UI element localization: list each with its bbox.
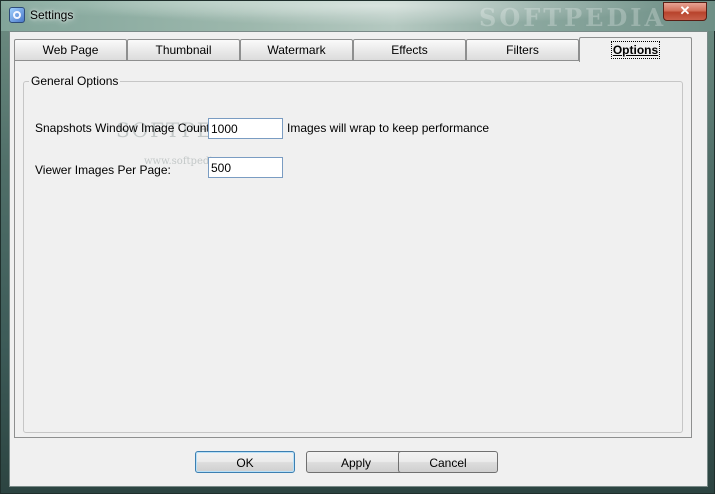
snapshots-count-input[interactable] bbox=[208, 118, 283, 139]
tab-label: Filters bbox=[506, 43, 539, 57]
tab-label: Thumbnail bbox=[155, 43, 212, 57]
window-title: Settings bbox=[30, 8, 74, 22]
softpedia-watermark: SOFTPEDIA bbox=[479, 3, 667, 32]
tab-watermark[interactable]: Watermark bbox=[240, 39, 353, 60]
title-bar[interactable]: Settings SOFTPEDIA ✕ bbox=[1, 1, 715, 32]
cancel-button[interactable]: Cancel bbox=[398, 451, 498, 473]
tab-effects[interactable]: Effects bbox=[353, 39, 466, 60]
snapshots-hint: Images will wrap to keep performance bbox=[287, 121, 490, 135]
tab-options[interactable]: Options bbox=[579, 37, 692, 62]
tab-label: Options bbox=[610, 41, 661, 59]
close-button[interactable]: ✕ bbox=[663, 2, 707, 21]
apply-button[interactable]: Apply bbox=[306, 451, 406, 473]
tab-thumbnail[interactable]: Thumbnail bbox=[127, 39, 240, 60]
general-options-group: General Options SOFTPEDIA www.softpedia.… bbox=[23, 74, 683, 433]
tab-web-page[interactable]: Web Page bbox=[14, 39, 127, 60]
tab-label: Effects bbox=[391, 43, 428, 57]
tab-label: Watermark bbox=[267, 43, 326, 57]
viewer-images-input[interactable] bbox=[208, 157, 283, 178]
options-tab-panel: General Options SOFTPEDIA www.softpedia.… bbox=[14, 60, 692, 438]
tab-label: Web Page bbox=[42, 43, 99, 57]
app-icon bbox=[9, 7, 25, 23]
settings-window: Settings SOFTPEDIA ✕ Web Page Thumbnail … bbox=[0, 0, 715, 494]
tab-filters[interactable]: Filters bbox=[466, 39, 579, 60]
dialog-client-area: Web Page Thumbnail Watermark Effects Fil… bbox=[9, 31, 708, 487]
snapshots-count-label: Snapshots Window Image Count: bbox=[35, 121, 214, 135]
viewer-images-label: Viewer Images Per Page: bbox=[35, 163, 171, 177]
group-title: General Options bbox=[29, 74, 121, 88]
ok-button[interactable]: OK bbox=[195, 451, 295, 473]
close-icon: ✕ bbox=[679, 3, 691, 18]
